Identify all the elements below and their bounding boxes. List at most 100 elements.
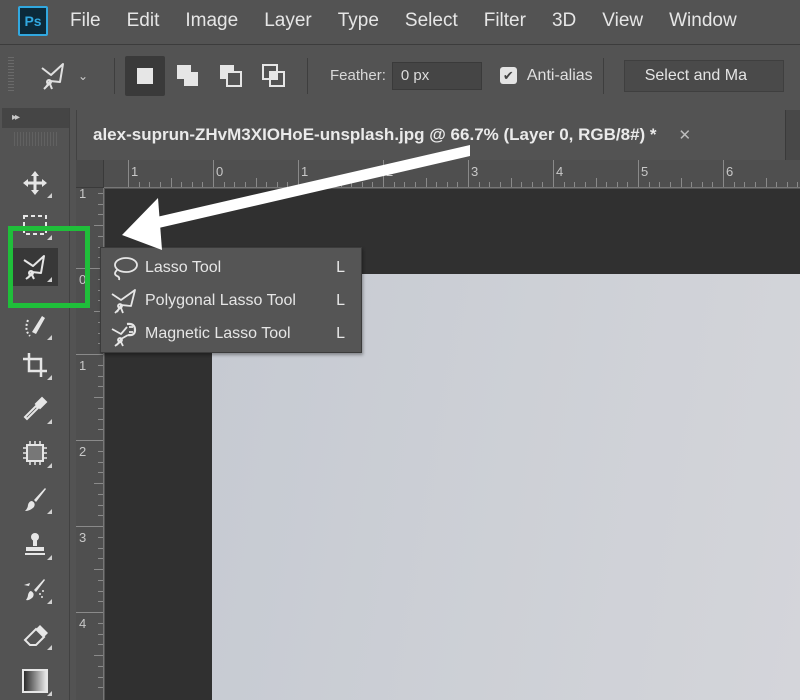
options-bar: ⌄ Feather: ✔ Anti-alias Select and Ma	[0, 44, 800, 106]
divider	[307, 57, 308, 94]
ruler-minor-tick	[94, 655, 103, 656]
ruler-minor-tick	[669, 182, 671, 187]
add-to-selection-button[interactable]	[168, 56, 208, 96]
ruler-label: 0	[216, 164, 224, 179]
select-and-mask-button[interactable]: Select and Ma	[623, 59, 784, 92]
ruler-minor-tick	[319, 182, 321, 187]
menu-3d[interactable]: 3D	[552, 10, 576, 32]
ruler-minor-tick	[563, 182, 565, 187]
new-selection-button[interactable]	[125, 55, 165, 96]
submenu-indicator	[47, 555, 52, 560]
ruler-minor-tick	[489, 182, 491, 187]
polygonal-lasso-icon	[23, 255, 45, 280]
submenu-indicator	[47, 419, 52, 424]
submenu-indicator	[47, 463, 52, 468]
ruler-minor-tick	[733, 182, 735, 187]
feather-input[interactable]	[391, 61, 482, 90]
ruler-minor-tick	[691, 182, 693, 187]
anti-alias-checkbox[interactable]: ✔	[499, 67, 517, 84]
menu-window[interactable]: Window	[669, 10, 737, 32]
ruler-major-tick	[76, 354, 103, 355]
lasso-icon	[114, 257, 138, 281]
flyout-label: Magnetic Lasso Tool	[145, 325, 291, 342]
ruler-minor-tick	[797, 182, 799, 187]
history-brush-tool[interactable]	[12, 570, 58, 608]
options-bar-grip[interactable]	[8, 57, 14, 93]
ruler-minor-tick	[223, 182, 225, 187]
ruler-minor-tick	[308, 182, 310, 187]
menu-type[interactable]: Type	[338, 10, 379, 32]
lasso-tool[interactable]	[12, 248, 58, 286]
quick-selection-tool[interactable]	[12, 306, 58, 344]
gradient-icon	[22, 669, 48, 693]
panel-grip[interactable]	[14, 132, 57, 146]
ruler-major-tick	[76, 440, 103, 441]
tool-preset-picker[interactable]: ⌄	[36, 59, 104, 93]
new-selection-icon	[137, 67, 153, 84]
ruler-major-tick	[128, 160, 129, 187]
healing-tool[interactable]	[12, 434, 58, 472]
intersect-selection-button[interactable]	[254, 56, 294, 96]
anti-alias-label: Anti-alias	[526, 66, 593, 84]
marquee-tool[interactable]	[12, 206, 58, 244]
ruler-major-tick	[298, 160, 299, 187]
ruler-minor-tick	[574, 182, 576, 187]
ruler-minor-tick	[98, 214, 103, 216]
menu-layer[interactable]: Layer	[264, 10, 312, 32]
ruler-minor-tick	[786, 182, 788, 187]
ruler-label: 4	[79, 616, 87, 631]
menu-filter[interactable]: Filter	[484, 10, 526, 32]
subtract-from-selection-button[interactable]	[211, 56, 251, 96]
ruler-label: 1	[131, 164, 139, 179]
flyout-item-lasso[interactable]: Lasso Tool L	[109, 252, 355, 284]
ruler-major-tick	[76, 526, 103, 527]
crop-tool[interactable]	[12, 346, 58, 384]
ruler-minor-tick	[595, 178, 597, 187]
brush-tool[interactable]	[12, 480, 58, 518]
close-icon[interactable]: ✕	[679, 126, 692, 144]
ruler-minor-tick	[98, 461, 103, 463]
ruler-minor-tick	[287, 182, 289, 187]
crop-icon	[23, 353, 47, 377]
document-title: alex-suprun-ZHvM3XIOHoE-unsplash.jpg @ 6…	[93, 125, 657, 144]
menu-image[interactable]: Image	[185, 10, 238, 32]
shortcut-key: L	[336, 259, 345, 276]
lasso-tool-flyout: Lasso Tool L Polygonal Lasso Tool L Magn…	[100, 247, 362, 353]
ruler-minor-tick	[499, 182, 501, 187]
move-tool[interactable]	[12, 164, 58, 202]
eraser-tool[interactable]	[12, 616, 58, 654]
ruler-minor-tick	[98, 547, 103, 549]
menu-file[interactable]: File	[70, 10, 101, 32]
ruler-minor-tick	[94, 483, 103, 484]
horizontal-ruler[interactable]: 1 0 1 2 3 4 5 6	[104, 160, 800, 188]
ruler-minor-tick	[659, 182, 661, 187]
ruler-minor-tick	[340, 178, 342, 187]
ruler-minor-tick	[202, 182, 204, 187]
collapse-panel-button[interactable]: ▸▸	[2, 108, 69, 128]
ruler-minor-tick	[712, 182, 714, 187]
ruler-label: 4	[556, 164, 564, 179]
ruler-minor-tick	[648, 182, 650, 187]
menu-edit[interactable]: Edit	[127, 10, 160, 32]
flyout-item-polygonal-lasso[interactable]: Polygonal Lasso Tool L	[109, 285, 355, 317]
eyedropper-tool[interactable]	[12, 390, 58, 428]
ruler-origin[interactable]	[76, 160, 104, 188]
ruler-minor-tick	[98, 622, 103, 624]
gradient-tool[interactable]	[12, 662, 58, 700]
menu-view[interactable]: View	[602, 10, 643, 32]
clone-stamp-tool[interactable]	[12, 526, 58, 564]
ruler-minor-tick	[372, 182, 374, 187]
ruler-minor-tick	[98, 386, 103, 388]
flyout-item-magnetic-lasso[interactable]: Magnetic Lasso Tool L	[109, 318, 355, 350]
ruler-minor-tick	[404, 182, 406, 187]
ruler-label: 0	[79, 272, 87, 287]
document-tab[interactable]: alex-suprun-ZHvM3XIOHoE-unsplash.jpg @ 6…	[76, 110, 786, 160]
ruler-label: 5	[641, 164, 649, 179]
ruler-label: 1	[79, 188, 87, 201]
quick-selection-icon	[25, 316, 45, 337]
ruler-minor-tick	[701, 182, 703, 187]
polygonal-lasso-icon	[41, 62, 64, 90]
ruler-minor-tick	[414, 182, 416, 187]
ruler-minor-tick	[98, 472, 103, 474]
menu-select[interactable]: Select	[405, 10, 458, 32]
